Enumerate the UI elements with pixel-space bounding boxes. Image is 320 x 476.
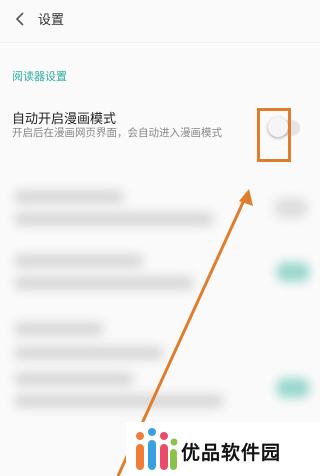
watermark-text: 优品软件园	[181, 442, 282, 464]
watermark: 优品软件园	[126, 422, 320, 476]
watermark-logo-icon	[136, 428, 178, 470]
annotation-arrow	[116, 189, 253, 476]
